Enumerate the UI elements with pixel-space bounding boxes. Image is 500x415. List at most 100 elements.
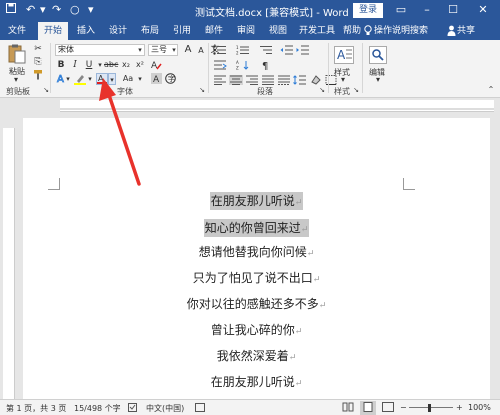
tab-references[interactable]: 引用 bbox=[170, 22, 194, 40]
maximize-icon[interactable]: ☐ bbox=[444, 2, 462, 18]
doc-line-5-text: 你对以往的感触还多不多 bbox=[186, 297, 319, 311]
clear-formatting-icon[interactable]: A bbox=[150, 59, 162, 71]
styles-gallery-icon[interactable]: A bbox=[334, 46, 354, 67]
document-page[interactable]: 在朋友那儿听说↵ 知心的你曾回来过↵ 想请他替我向你问候↵ 只为了怕见了说不出口… bbox=[23, 118, 490, 399]
web-layout-icon[interactable] bbox=[382, 402, 394, 414]
zoom-out-icon[interactable]: − bbox=[400, 403, 407, 412]
macro-record-icon[interactable] bbox=[195, 403, 205, 414]
doc-line-6[interactable]: 曾让我心碎的你↵ bbox=[23, 321, 490, 338]
editing-dropdown-icon[interactable]: ▾ bbox=[376, 75, 380, 84]
paragraph-mark: ↵ bbox=[294, 327, 303, 337]
decrease-indent-icon[interactable] bbox=[280, 45, 294, 55]
highlight-dropdown-icon[interactable]: ▾ bbox=[84, 73, 96, 85]
distributed-icon[interactable] bbox=[277, 75, 291, 85]
collapse-ribbon-icon[interactable]: ⌃ bbox=[485, 84, 497, 96]
show-marks-icon[interactable]: ¶ bbox=[259, 60, 273, 72]
font-name-select[interactable]: 宋体 bbox=[55, 44, 145, 56]
ruler-ticks bbox=[48, 100, 494, 112]
zoom-slider-thumb[interactable] bbox=[428, 404, 431, 412]
tab-help[interactable]: 帮助 bbox=[340, 22, 364, 40]
font-color-dropdown-icon[interactable]: ▾ bbox=[108, 73, 116, 85]
language[interactable]: 中文(中国) bbox=[146, 403, 184, 414]
undo-dropdown-icon[interactable]: ▾ bbox=[40, 3, 46, 17]
ribbon-display-icon[interactable]: ▭ bbox=[392, 2, 410, 18]
line-spacing-icon[interactable] bbox=[293, 75, 307, 85]
tab-developer[interactable]: 开发工具 bbox=[297, 22, 337, 40]
doc-line-3[interactable]: 想请他替我向你问候↵ bbox=[23, 243, 490, 260]
styles-dropdown-icon[interactable]: ▾ bbox=[341, 75, 345, 84]
justify-icon[interactable] bbox=[261, 75, 275, 85]
format-painter-icon[interactable] bbox=[32, 69, 44, 81]
zoom-slider[interactable] bbox=[409, 407, 453, 408]
tab-design[interactable]: 设计 bbox=[106, 22, 130, 40]
word-count[interactable]: 15/498 个字 bbox=[74, 403, 121, 414]
font-launcher-icon[interactable]: ↘ bbox=[196, 84, 208, 96]
strikethrough-icon[interactable]: abc bbox=[104, 59, 118, 71]
paste-dropdown-icon[interactable]: ▾ bbox=[14, 75, 18, 84]
align-left-icon[interactable] bbox=[213, 75, 227, 85]
tab-mailings[interactable]: 邮件 bbox=[202, 22, 226, 40]
ribbon: 粘贴 ▾ ✂ ⎘ 剪贴板 ↘ 宋体 ▾ 三号 ▾ A A 文 B I U ▾ a… bbox=[0, 40, 500, 98]
sort-icon[interactable]: AZ bbox=[236, 60, 250, 71]
font-color-icon[interactable]: A bbox=[96, 73, 108, 85]
doc-line-4[interactable]: 只为了怕见了说不出口↵ bbox=[23, 269, 490, 286]
tab-layout[interactable]: 布局 bbox=[138, 22, 162, 40]
doc-line-5[interactable]: 你对以往的感触还多不多↵ bbox=[23, 295, 490, 312]
paste-icon[interactable] bbox=[8, 44, 26, 64]
share-button[interactable]: 共享 bbox=[457, 22, 475, 40]
text-effects-dropdown-icon[interactable]: ▾ bbox=[62, 73, 74, 85]
tab-home[interactable]: 开始 bbox=[38, 22, 68, 40]
tab-file[interactable]: 文件 bbox=[4, 22, 30, 40]
numbering-icon[interactable]: 12 bbox=[236, 45, 250, 56]
bold-icon[interactable]: B bbox=[55, 59, 67, 71]
bullets-icon[interactable] bbox=[213, 45, 227, 55]
tab-review[interactable]: 审阅 bbox=[234, 22, 258, 40]
print-layout-icon[interactable] bbox=[360, 401, 376, 415]
font-size-dropdown-icon[interactable]: ▾ bbox=[168, 44, 180, 56]
minimize-icon[interactable]: – bbox=[418, 2, 436, 18]
align-center-icon[interactable] bbox=[229, 75, 243, 85]
zoom-in-icon[interactable]: + bbox=[456, 403, 463, 412]
chinese-layout-icon[interactable] bbox=[213, 60, 227, 70]
tab-view[interactable]: 视图 bbox=[266, 22, 290, 40]
increase-indent-icon[interactable] bbox=[296, 45, 310, 55]
cut-icon[interactable]: ✂ bbox=[32, 43, 44, 55]
styles-launcher-icon[interactable]: ↘ bbox=[350, 84, 362, 96]
redo-icon[interactable]: ↷ bbox=[52, 3, 61, 17]
circle-icon[interactable]: ○ bbox=[70, 3, 80, 17]
customize-qat-icon[interactable]: ▾ bbox=[88, 3, 94, 17]
doc-line-1[interactable]: 在朋友那儿听说↵ bbox=[23, 192, 490, 210]
read-mode-icon[interactable] bbox=[342, 402, 354, 414]
char-shading-icon[interactable]: A bbox=[150, 73, 162, 85]
subscript-icon[interactable]: x₂ bbox=[120, 59, 132, 71]
vertical-ruler[interactable] bbox=[3, 128, 15, 399]
svg-text:2: 2 bbox=[236, 51, 239, 56]
proofing-icon[interactable] bbox=[128, 403, 138, 414]
multilevel-list-icon[interactable] bbox=[259, 45, 273, 55]
doc-line-2[interactable]: 知心的你曾回来过↵ bbox=[23, 219, 490, 237]
enclose-char-icon[interactable]: 字 bbox=[164, 73, 176, 85]
ribbon-tabs: 文件 开始 插入 设计 布局 引用 邮件 审阅 视图 开发工具 帮助 操作说明搜… bbox=[0, 22, 500, 40]
margin-corner-right bbox=[403, 178, 415, 190]
font-name-dropdown-icon[interactable]: ▾ bbox=[134, 44, 146, 56]
grow-font-icon[interactable]: A bbox=[182, 44, 194, 56]
zoom-level[interactable]: 100% bbox=[468, 403, 491, 412]
page-count[interactable]: 第 1 页，共 3 页 bbox=[6, 403, 66, 414]
align-right-icon[interactable] bbox=[245, 75, 259, 85]
close-icon[interactable]: ✕ bbox=[474, 2, 492, 18]
horizontal-ruler[interactable] bbox=[48, 100, 494, 112]
save-icon[interactable] bbox=[6, 3, 16, 17]
italic-icon[interactable]: I bbox=[69, 59, 81, 71]
doc-line-7[interactable]: 我依然深爱着↵ bbox=[23, 347, 490, 364]
doc-line-8[interactable]: 在朋友那儿听说↵ bbox=[23, 373, 490, 390]
shrink-font-icon[interactable]: A bbox=[195, 45, 207, 57]
login-button[interactable]: 登录 bbox=[353, 3, 383, 18]
find-icon[interactable] bbox=[369, 46, 387, 67]
superscript-icon[interactable]: x² bbox=[134, 59, 146, 71]
tell-me-search[interactable]: 操作说明搜索 bbox=[374, 22, 428, 40]
tab-insert[interactable]: 插入 bbox=[74, 22, 98, 40]
change-case-dropdown-icon[interactable]: ▾ bbox=[134, 73, 146, 85]
paragraph-launcher-icon[interactable]: ↘ bbox=[316, 84, 328, 96]
copy-icon[interactable]: ⎘ bbox=[32, 56, 44, 68]
undo-icon[interactable]: ↶ bbox=[26, 3, 35, 17]
